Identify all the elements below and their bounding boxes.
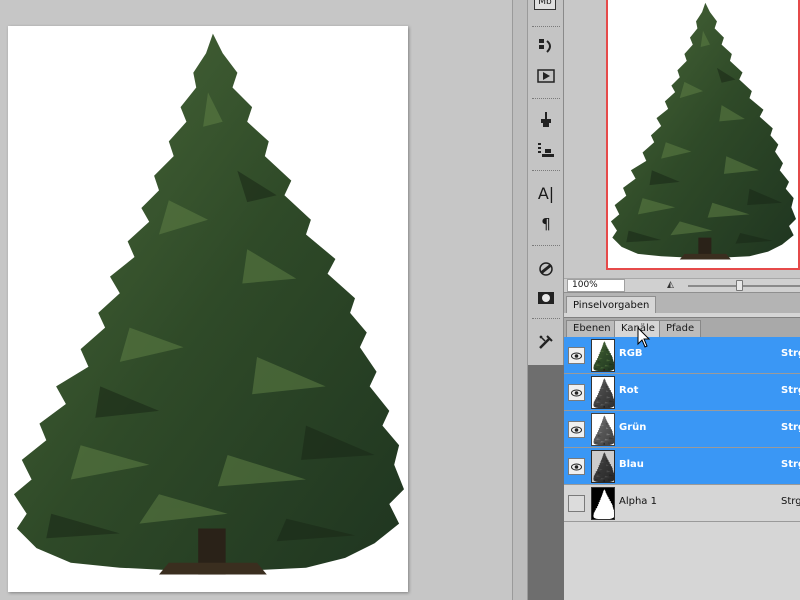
channel-thumbnail <box>591 450 615 483</box>
channel-shortcut: Strg <box>781 348 800 359</box>
tools-icon[interactable] <box>534 331 558 353</box>
right-panels: 100% ◭ Pinselvorgaben Ebenen Kanäle Pfad… <box>564 0 800 600</box>
brush-presets-tabbar: Pinselvorgaben <box>564 292 800 315</box>
channel-name: RGB <box>619 348 643 359</box>
channel-row-alpha[interactable]: Alpha 1 Strg <box>564 485 800 522</box>
navigator-zoom-bar: 100% ◭ <box>564 278 800 292</box>
masks-icon[interactable] <box>534 287 558 309</box>
divider <box>532 318 560 320</box>
channel-thumbnail <box>591 413 615 446</box>
channel-row-blue[interactable]: Blau Strg <box>564 448 800 485</box>
history-icon[interactable] <box>534 35 558 57</box>
channel-name: Alpha 1 <box>619 496 657 507</box>
navigator-tree-thumbnail <box>610 2 796 260</box>
eye-icon[interactable] <box>568 421 585 438</box>
channel-name: Grün <box>619 422 647 433</box>
divider <box>532 98 560 100</box>
divider <box>532 170 560 172</box>
divider <box>532 26 560 28</box>
eye-icon[interactable] <box>568 458 585 475</box>
zoom-out-icon[interactable]: ◭ <box>667 280 674 290</box>
zoom-slider-thumb[interactable] <box>736 280 743 291</box>
channel-name: Blau <box>619 459 644 470</box>
spruce-tree-image <box>13 33 404 575</box>
zoom-slider-track[interactable] <box>688 285 800 287</box>
tool-presets-icon[interactable] <box>534 139 558 161</box>
minibridge-button[interactable]: Mb <box>534 0 556 10</box>
navigator-preview[interactable] <box>606 0 800 270</box>
document-canvas[interactable] <box>8 26 408 592</box>
channels-tabbar: Ebenen Kanäle Pfade <box>564 317 800 339</box>
channel-thumbnail <box>591 376 615 409</box>
mouse-cursor-icon <box>637 327 651 348</box>
zoom-input[interactable]: 100% <box>567 279 625 292</box>
channel-list: RGB Strg Rot Strg Grün Strg Blau Strg Al… <box>564 337 800 600</box>
character-icon[interactable]: A| <box>534 183 558 205</box>
channel-shortcut: Strg <box>781 496 800 507</box>
tab-layers[interactable]: Ebenen <box>566 320 618 338</box>
actions-play-icon[interactable] <box>534 65 558 87</box>
document-canvas-area[interactable] <box>0 0 512 600</box>
toolstrip-empty-area <box>528 365 564 600</box>
clone-source-icon[interactable] <box>534 108 558 130</box>
channel-name: Rot <box>619 385 639 396</box>
panel-icon-strip: Mb A| ¶ <box>528 0 564 600</box>
channel-row-red[interactable]: Rot Strg <box>564 374 800 411</box>
minibridge-label: Mb <box>538 0 552 7</box>
tab-paths[interactable]: Pfade <box>659 320 702 338</box>
divider <box>532 245 560 247</box>
channel-shortcut: Strg <box>781 422 800 433</box>
eye-off-icon[interactable] <box>568 495 585 512</box>
adjustments-icon[interactable] <box>534 258 558 280</box>
panel-splitter[interactable] <box>512 0 528 600</box>
channel-row-rgb[interactable]: RGB Strg <box>564 337 800 374</box>
channel-row-green[interactable]: Grün Strg <box>564 411 800 448</box>
eye-icon[interactable] <box>568 347 585 364</box>
navigator-panel <box>564 0 800 278</box>
eye-icon[interactable] <box>568 384 585 401</box>
paragraph-icon[interactable]: ¶ <box>534 213 558 235</box>
channel-shortcut: Strg <box>781 385 800 396</box>
channel-thumbnail <box>591 339 615 372</box>
channel-shortcut: Strg <box>781 459 800 470</box>
channel-thumbnail <box>591 487 615 520</box>
